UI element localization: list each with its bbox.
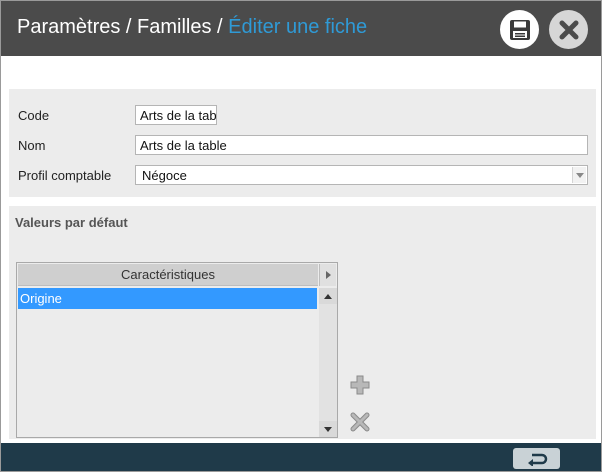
code-label: Code [18,108,50,123]
table-row[interactable]: Origine [18,288,317,309]
breadcrumb-separator: / [211,16,229,38]
accounting-profile-value: Négoce [142,168,187,183]
return-arrow-icon [527,453,547,466]
floppy-disk-icon [509,19,530,40]
scroll-down-icon[interactable] [319,421,337,437]
code-field[interactable]: Arts de la tab [135,105,217,125]
save-button[interactable] [500,10,539,49]
add-plus-icon[interactable] [349,374,371,396]
accounting-profile-label: Profil comptable [18,168,112,183]
breadcrumb: Paramètres / Familles / Éditer une fiche [17,16,367,39]
breadcrumb-parametres[interactable]: Paramètres [17,16,120,38]
breadcrumb-separator: / [120,16,138,38]
name-label: Nom [18,138,46,153]
default-values-section: Valeurs par défaut Caractéristiques Orig… [9,206,596,439]
vertical-scrollbar[interactable] [319,288,337,437]
footer-bar [1,443,601,471]
chevron-right-icon[interactable] [319,264,336,286]
accounting-profile-select[interactable]: Négoce [135,165,588,185]
characteristics-grid: Caractéristiques Origine [16,262,338,438]
section-title: Valeurs par défaut [15,215,128,230]
close-x-icon [559,20,578,39]
dropdown-arrow-icon[interactable] [572,167,586,183]
scroll-up-icon[interactable] [319,288,337,304]
page-title: Éditer une fiche [228,16,368,38]
back-button[interactable] [513,448,560,469]
delete-x-icon[interactable] [349,411,371,433]
name-field[interactable]: Arts de la table [135,135,588,155]
close-button[interactable] [549,10,588,49]
title-bar: Paramètres / Familles / Éditer une fiche [1,1,601,56]
column-header-caracteristiques[interactable]: Caractéristiques [18,264,318,286]
breadcrumb-familles[interactable]: Familles [137,16,211,38]
edit-family-window: Paramètres / Familles / Éditer une fiche… [0,0,602,472]
identity-section: Code Arts de la tab Nom Arts de la table… [9,89,596,197]
